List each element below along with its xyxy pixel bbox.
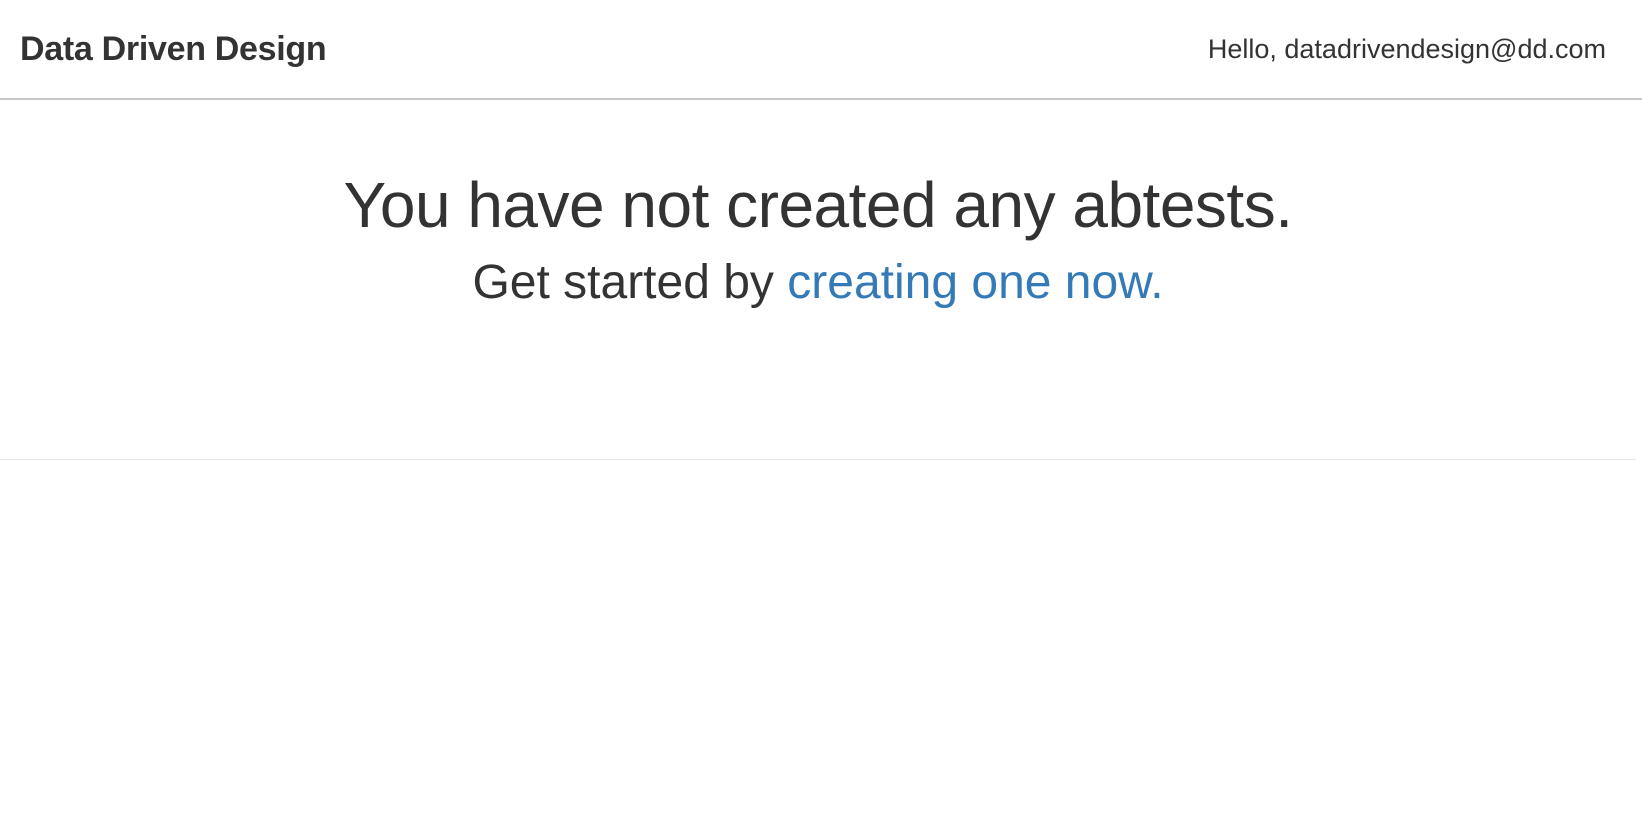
empty-state: You have not created any abtests. Get st…: [0, 100, 1636, 460]
user-greeting: Hello, datadrivendesign@dd.com: [1207, 33, 1606, 64]
empty-state-headline: You have not created any abtests.: [343, 169, 1293, 241]
subline-prefix: Get started by: [472, 256, 788, 309]
empty-state-subline: Get started by creating one now.: [0, 254, 1636, 312]
top-navbar: Data Driven Design Hello, datadrivendesi…: [0, 0, 1642, 100]
create-abtest-link[interactable]: creating one now.: [787, 256, 1163, 309]
brand-link[interactable]: Data Driven Design: [20, 30, 327, 69]
